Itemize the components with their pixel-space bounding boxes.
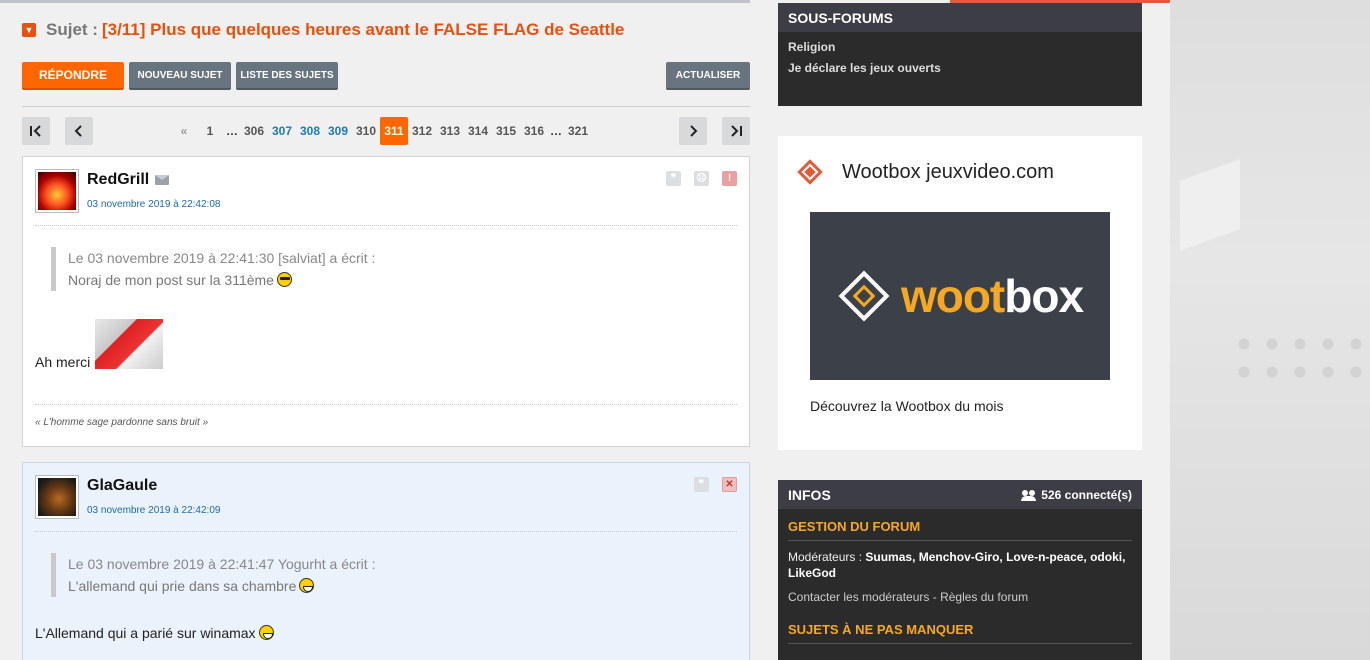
post-message-wrapper: L'Allemand qui a parié sur winamax <box>35 625 274 641</box>
cool-smiley-icon <box>276 272 292 287</box>
quote-block: Le 03 novembre 2019 à 22:41:30 [salviat]… <box>51 247 375 291</box>
contact-links[interactable]: Contacter les modérateurs - Règles du fo… <box>778 581 1142 604</box>
quote-header: Le 03 novembre 2019 à 22:41:47 Yogurht a… <box>68 556 376 572</box>
next-page-icon[interactable] <box>679 117 707 145</box>
page-link[interactable]: 312 <box>408 117 436 145</box>
wootbox-logo-icon <box>796 158 824 186</box>
signature-divider <box>35 404 737 405</box>
sous-forums-title: Sous-forums <box>788 9 893 26</box>
sous-forum-link[interactable]: Religion <box>778 37 1142 58</box>
post-author[interactable]: RedGrill <box>87 171 149 189</box>
post-message: L'Allemand qui a parié sur winamax <box>35 625 256 641</box>
background-dots <box>1230 330 1370 390</box>
alert-icon[interactable]: ! <box>722 171 737 186</box>
refresh-button[interactable]: Actualiser <box>666 62 750 90</box>
new-topic-button[interactable]: Nouveau sujet <box>129 62 231 90</box>
post-divider <box>35 225 737 226</box>
chevron-down-icon[interactable]: ▼ <box>22 23 36 37</box>
post-message: Ah merci <box>35 354 91 370</box>
page-link[interactable]: 309 <box>324 117 352 145</box>
image-thumbnail[interactable] <box>95 319 163 369</box>
quote-icon[interactable]: ❞ <box>694 477 709 492</box>
wootbox-block: Wootbox jeuxvideo.com woot box Découvrez … <box>778 136 1142 450</box>
moderators-label: Modérateurs : <box>788 550 863 564</box>
wootbox-mark-icon <box>837 269 891 323</box>
gestion-title: Gestion du forum <box>788 519 921 534</box>
sous-forums-block: Sous-forums Religion Je déclare les jeux… <box>778 3 1142 106</box>
page-link[interactable]: 321 <box>564 117 592 145</box>
first-page-icon[interactable] <box>22 117 50 145</box>
page-ellipsis: … <box>550 124 562 138</box>
section-divider <box>788 643 1132 644</box>
sad-icon[interactable]: ☹ <box>694 171 709 186</box>
wootbox-header: Wootbox jeuxvideo.com <box>796 158 1054 186</box>
page-link[interactable]: 306 <box>240 117 268 145</box>
page-ellipsis: … <box>226 124 238 138</box>
avatar[interactable] <box>35 169 79 213</box>
topic-title[interactable]: [3/11] Plus que quelques heures avant le… <box>102 20 624 40</box>
must-see-title: Sujets à ne pas manquer <box>788 622 974 637</box>
banner-word-2: box <box>1004 270 1084 322</box>
page-link[interactable]: 316 <box>520 117 548 145</box>
last-page-icon[interactable] <box>722 117 750 145</box>
page-link[interactable]: 315 <box>492 117 520 145</box>
wootbox-cta[interactable]: Découvrez la Wootbox du mois <box>810 398 1004 414</box>
connected-count[interactable]: 526 connecté(s) <box>1021 487 1132 502</box>
forum-post: GlaGaule 03 novembre 2019 à 22:42:09 ❞ ✕… <box>22 462 750 660</box>
quote-icon[interactable]: ❞ <box>666 171 681 186</box>
users-icon <box>1021 489 1037 501</box>
quote-header: Le 03 novembre 2019 à 22:41:30 [salviat]… <box>68 250 376 266</box>
forum-page: ▼ Sujet : [3/11] Plus que quelques heure… <box>0 0 1170 660</box>
quote-text: Noraj de mon post sur la 311ème <box>68 272 274 288</box>
post-date[interactable]: 03 novembre 2019 à 22:42:09 <box>87 505 220 516</box>
page-link[interactable]: 1 <box>196 117 224 145</box>
post-date[interactable]: 03 novembre 2019 à 22:42:08 <box>87 199 220 210</box>
post-author[interactable]: GlaGaule <box>87 477 157 495</box>
mail-icon[interactable] <box>155 175 169 185</box>
banner-word-1: woot <box>900 270 1005 322</box>
wootbox-banner[interactable]: woot box <box>810 212 1110 380</box>
pagination-leading[interactable]: « <box>172 117 196 145</box>
moderators-line: Modérateurs : Suumas, Menchov-Giro, Love… <box>778 541 1142 581</box>
page-background-right <box>1170 0 1370 660</box>
sous-forums-header: Sous-forums <box>778 3 1142 32</box>
infos-header: Infos 526 connecté(s) <box>778 480 1142 509</box>
page-link[interactable]: 307 <box>268 117 296 145</box>
laugh-smiley-icon <box>258 625 274 640</box>
page-link[interactable]: 313 <box>436 117 464 145</box>
page-link[interactable]: 310 <box>352 117 380 145</box>
connected-text: 526 connecté(s) <box>1041 487 1132 502</box>
page-link[interactable]: 314 <box>464 117 492 145</box>
topic-list-button[interactable]: Liste des sujets <box>236 62 338 90</box>
infos-block: Infos 526 connecté(s) Gestion du forum M… <box>778 480 1142 660</box>
laugh-smiley-icon <box>299 578 315 593</box>
prev-page-icon[interactable] <box>65 117 93 145</box>
post-signature: « L'homme sage pardonne sans bruit » <box>35 417 209 428</box>
reply-button[interactable]: Répondre <box>22 62 124 90</box>
toolbar-divider <box>22 106 750 107</box>
topic-header: ▼ Sujet : [3/11] Plus que quelques heure… <box>22 20 624 40</box>
post-divider <box>35 531 737 532</box>
current-page: 311 <box>380 117 408 145</box>
infos-title: Infos <box>788 486 831 503</box>
pagination: « 1 … 306 307 308 309 310 311 312 313 31… <box>172 117 592 145</box>
page-link[interactable]: 308 <box>296 117 324 145</box>
topic-prefix: Sujet : <box>46 20 98 39</box>
background-shape <box>1180 159 1240 251</box>
wootbox-title[interactable]: Wootbox jeuxvideo.com <box>842 161 1054 184</box>
quote-block: Le 03 novembre 2019 à 22:41:47 Yogurht a… <box>51 553 375 597</box>
avatar[interactable] <box>35 475 79 519</box>
quote-text: L'allemand qui prie dans sa chambre <box>68 578 297 594</box>
sous-forum-link[interactable]: Je déclare les jeux ouverts <box>778 58 1142 79</box>
forum-post: RedGrill 03 novembre 2019 à 22:42:08 ❞ ☹… <box>22 156 750 447</box>
top-divider <box>0 0 750 3</box>
delete-icon[interactable]: ✕ <box>722 477 737 492</box>
